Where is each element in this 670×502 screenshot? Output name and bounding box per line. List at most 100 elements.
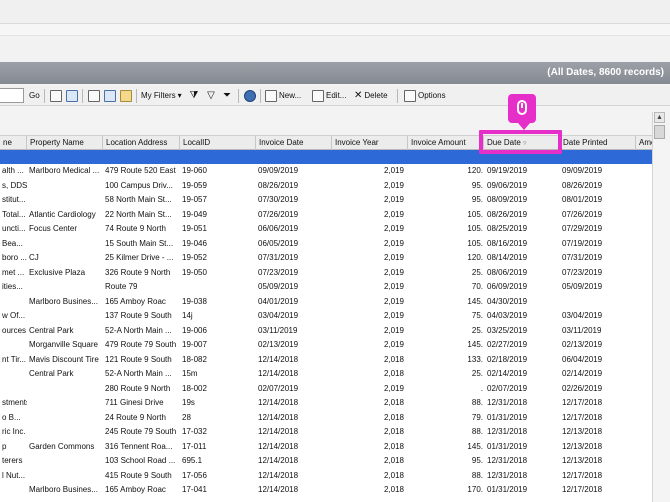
table-row[interactable]: Morganville Square 479 Route 79 South 19-0… xyxy=(0,338,652,353)
cell-localid: 19-060 xyxy=(182,166,207,175)
cell-date-printed: 05/09/2019 xyxy=(562,282,603,291)
cell-invoice-amount: 145. xyxy=(467,296,483,306)
cell-invoice-year: 2,018 xyxy=(383,354,404,364)
table-row[interactable]: terers 103 School Road ... 695.1 12/14/2018… xyxy=(0,454,652,469)
column-header-invoice-year[interactable]: Invoice Year xyxy=(332,136,408,150)
cell-invoice-year: 2,019 xyxy=(383,282,404,291)
new-button[interactable]: New... xyxy=(263,88,303,103)
cell-name: ric Inc. xyxy=(2,427,26,436)
word-export-button[interactable] xyxy=(102,88,118,103)
column-header-date-printed[interactable]: Date Printed xyxy=(560,136,636,150)
table-row[interactable]: o B... 24 Route 9 North 28 12/14/2018 2,018 7… xyxy=(0,411,652,426)
search-input[interactable] xyxy=(0,88,24,103)
find-button[interactable] xyxy=(242,88,258,103)
cell-due-date: 12/31/2018 xyxy=(487,470,528,480)
search-panel-area xyxy=(0,37,670,62)
due-date-highlight xyxy=(479,130,562,154)
table-row[interactable]: alth ... Marlboro Medical ... 479 Route 52… xyxy=(0,164,652,179)
scroll-up-arrow[interactable]: ▲ xyxy=(654,112,665,123)
table-row[interactable]: stments 711 Ginesi Drive 19s 12/14/2018 2,01… xyxy=(0,396,652,411)
cell-invoice-date: 05/09/2019 xyxy=(258,282,299,291)
table-row[interactable]: p Garden Commons 316 Tennent Roa... 17-011 1… xyxy=(0,440,652,455)
table-row[interactable]: met ... Exclusive Plaza 326 Route 9 North 1… xyxy=(0,266,652,281)
go-button[interactable]: Go xyxy=(27,88,42,103)
cell-date-printed: 02/26/2019 xyxy=(562,383,603,393)
cell-localid: 28 xyxy=(182,412,191,422)
column-header-invoice-date[interactable]: Invoice Date xyxy=(256,136,332,150)
cell-date-printed: 12/13/2018 xyxy=(562,441,603,451)
table-row[interactable]: Bea... 15 South Main St... 19-046 06/05/201… xyxy=(0,237,652,252)
cell-name: p xyxy=(2,441,7,451)
table-row[interactable]: Marlboro Busines... 165 Amboy Roac 17-041 1… xyxy=(0,483,652,498)
column-header-localid[interactable]: LocalID xyxy=(180,136,256,150)
delete-button[interactable]: ✕ Delete xyxy=(352,88,390,103)
table-row[interactable]: ources Central Park 52-A North Main ... 19-… xyxy=(0,324,652,339)
cell-invoice-date: 08/26/2019 xyxy=(258,180,299,190)
table-row[interactable]: Total... Atlantic Cardiology 22 North Main… xyxy=(0,208,652,223)
cell-invoice-date: 07/30/2019 xyxy=(258,195,299,204)
filter-edit-button[interactable]: ⧩ xyxy=(186,88,202,103)
cell-due-date: 08/06/2019 xyxy=(487,267,528,277)
table-row[interactable]: stitut... 58 North Main St... 19-057 07/30/… xyxy=(0,193,652,208)
cell-name: s, DDS xyxy=(2,180,27,190)
column-header-amount[interactable]: Amo xyxy=(636,136,652,150)
cell-localid: 19-057 xyxy=(182,195,207,204)
column-header-invoice-amount[interactable]: Invoice Amount xyxy=(408,136,484,150)
clear-filter-button[interactable]: ⏷ xyxy=(219,88,235,103)
cell-invoice-date: 12/14/2018 xyxy=(258,369,299,378)
refresh-button[interactable] xyxy=(64,88,80,103)
cell-date-printed xyxy=(560,295,636,309)
cell-due-date: 12/31/2018 xyxy=(487,398,528,407)
globe-search-icon xyxy=(244,89,256,102)
cell-location-address: 121 Route 9 South xyxy=(105,354,172,364)
grid-view-button[interactable] xyxy=(48,88,64,103)
cell-property-name: Morganville Square xyxy=(29,340,98,349)
cell-due-date: 02/14/2019 xyxy=(487,369,528,378)
vertical-scrollbar[interactable]: ▲ xyxy=(652,112,665,502)
ribbon-strip xyxy=(0,24,670,36)
table-row[interactable]: s, DDS 100 Campus Driv... 19-059 08/26/2019… xyxy=(0,179,652,194)
delete-label: Delete xyxy=(364,91,388,100)
table-row[interactable]: l Nut... 415 Route 9 South 17-056 12/14/201… xyxy=(0,469,652,484)
scroll-thumb[interactable] xyxy=(654,125,665,139)
cell-due-date: 09/06/2019 xyxy=(487,180,528,190)
table-row[interactable]: nt Tir... Mavis Discount Tire 121 Route 9 … xyxy=(0,353,652,368)
print-button[interactable] xyxy=(86,88,102,103)
open-folder-button[interactable] xyxy=(118,88,134,103)
edit-button[interactable]: Edit... xyxy=(310,88,348,103)
new-label: New... xyxy=(279,91,302,100)
table-row[interactable]: ities... Route 79 05/09/2019 2,019 70. 06/09/… xyxy=(0,280,652,295)
close-icon: ✕ xyxy=(354,90,363,101)
table-row[interactable]: uncti... Focus Center 74 Route 9 North 19-0… xyxy=(0,222,652,237)
cell-due-date: 08/16/2019 xyxy=(487,238,528,248)
table-row[interactable]: Central Park 52-A North Main ... 15m 12/14/… xyxy=(0,367,652,382)
filter-button[interactable]: ▽ xyxy=(203,88,219,103)
cell-property-name: Exclusive Plaza xyxy=(29,267,86,277)
cell-property-name xyxy=(27,193,103,207)
cell-due-date: 04/03/2019 xyxy=(487,311,528,320)
cell-invoice-year: 2,018 xyxy=(383,412,404,422)
cell-due-date: 12/31/2018 xyxy=(487,427,528,436)
edit-label: Edit... xyxy=(326,91,347,100)
my-filters-dropdown[interactable]: My Filters ▾ xyxy=(139,88,184,103)
column-header-name[interactable]: ne xyxy=(0,136,27,150)
table-row[interactable]: boro ... CJ 25 Kilmer Drive - ... 19-052 07/… xyxy=(0,251,652,266)
cell-location-address: 25 Kilmer Drive - ... xyxy=(105,253,174,262)
cell-invoice-amount: . xyxy=(480,383,483,393)
table-row[interactable]: Marlboro Busines... 165 Amboy Roac 19-038 0… xyxy=(0,295,652,310)
cell-invoice-date: 12/14/2018 xyxy=(258,470,299,480)
cell-date-printed: 08/26/2019 xyxy=(562,180,603,190)
cell-invoice-date: 06/06/2019 xyxy=(258,224,299,233)
table-row[interactable]: ric Inc. 245 Route 79 South 17-032 12/14/20… xyxy=(0,425,652,440)
filter-icon: ⏷ xyxy=(223,89,231,101)
options-button[interactable]: Options xyxy=(402,88,448,103)
printer-icon xyxy=(88,89,100,102)
table-row[interactable]: w Of... 137 Route 9 South 14j 03/04/2019 2,0… xyxy=(0,309,652,324)
top-strip xyxy=(0,0,670,24)
cell-location-address: 103 School Road ... xyxy=(105,456,176,465)
column-header-property-name[interactable]: Property Name xyxy=(27,136,103,150)
cell-invoice-year: 2,018 xyxy=(383,441,404,451)
column-header-location-address[interactable]: Location Address xyxy=(103,136,180,150)
cell-due-date: 12/31/2018 xyxy=(487,456,528,465)
table-row[interactable]: 280 Route 9 North 18-002 02/07/2019 2,019. 0… xyxy=(0,382,652,397)
